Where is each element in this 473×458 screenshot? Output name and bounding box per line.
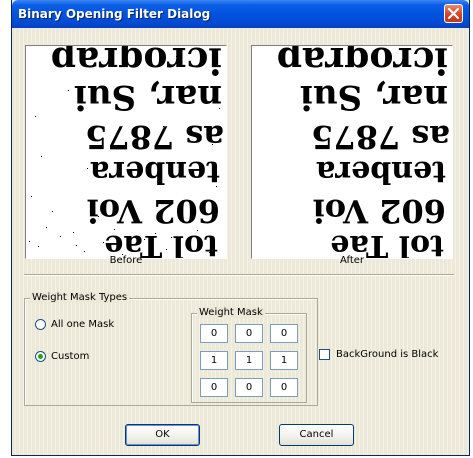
ok-button[interactable]: OK bbox=[125, 424, 200, 446]
after-text-line6: tol Tae bbox=[330, 228, 444, 258]
after-text-line2: nar, Sui bbox=[300, 77, 448, 117]
separator bbox=[24, 274, 454, 276]
custom-option[interactable]: Custom bbox=[35, 351, 89, 362]
after-image-panel: icrograp nar, Sui as 7875 tenbera 602 Vo… bbox=[251, 45, 453, 259]
custom-radio[interactable] bbox=[35, 351, 46, 362]
mask-cell-1-2[interactable]: 1 bbox=[270, 351, 298, 370]
weight-mask-types-label: Weight Mask Types bbox=[30, 292, 130, 303]
background-black-checkbox[interactable] bbox=[319, 349, 330, 360]
left-stripe bbox=[0, 0, 11, 458]
after-text-line1: icrograp bbox=[277, 46, 448, 81]
before-text-line3: as 7875 bbox=[85, 118, 224, 156]
after-text-line3: as 7875 bbox=[311, 118, 450, 156]
mask-cell-1-0[interactable]: 1 bbox=[200, 351, 228, 370]
mask-cell-0-2[interactable]: 0 bbox=[270, 324, 298, 343]
weight-mask-types-group: Weight Mask Types All one Mask Custom We… bbox=[24, 292, 318, 406]
before-caption: Before bbox=[109, 255, 143, 266]
after-text-line4: tenbera bbox=[316, 154, 446, 189]
mask-cell-0-0[interactable]: 0 bbox=[200, 324, 228, 343]
mask-cell-2-1[interactable]: 0 bbox=[235, 378, 263, 397]
before-image: icrograp nar, Sui as 7875 tenbera 602 Vo… bbox=[29, 46, 224, 258]
background-black-option[interactable]: BackGround is Black bbox=[319, 349, 438, 360]
before-text-line2: nar, Sui bbox=[74, 77, 222, 117]
close-button[interactable] bbox=[444, 4, 463, 23]
custom-label: Custom bbox=[51, 351, 90, 362]
after-image: icrograp nar, Sui as 7875 tenbera 602 Vo… bbox=[277, 46, 450, 258]
title-bar[interactable]: Binary Opening Filter Dialog bbox=[12, 0, 469, 28]
close-icon bbox=[448, 8, 459, 19]
all-one-mask-option[interactable]: All one Mask bbox=[35, 319, 114, 330]
mask-cell-1-1[interactable]: 1 bbox=[235, 351, 263, 370]
before-image-panel: icrograp nar, Sui as 7875 tenbera 602 Vo… bbox=[25, 45, 227, 259]
all-one-mask-label: All one Mask bbox=[51, 319, 115, 330]
weight-mask-group: Weight Mask 0 0 0 1 1 1 0 0 0 bbox=[191, 307, 307, 403]
after-caption: After bbox=[339, 255, 364, 266]
window-title: Binary Opening Filter Dialog bbox=[18, 7, 211, 21]
before-text-line5: 602 Voi bbox=[87, 192, 220, 230]
all-one-mask-radio[interactable] bbox=[35, 319, 46, 330]
background-black-label: BackGround is Black bbox=[336, 349, 439, 360]
dialog-content: icrograp nar, Sui as 7875 tenbera 602 Vo… bbox=[12, 28, 469, 455]
before-text-line6: tol Tae bbox=[104, 228, 218, 258]
before-text-line1: icrograp bbox=[51, 46, 222, 81]
cancel-button[interactable]: Cancel bbox=[279, 424, 354, 446]
weight-mask-label: Weight Mask bbox=[197, 307, 265, 318]
after-text-line5: 602 Voi bbox=[313, 192, 446, 230]
dialog-window: Binary Opening Filter Dialog icrograp na… bbox=[11, 0, 470, 456]
before-text-line4: tenbera bbox=[90, 154, 220, 189]
mask-cell-2-0[interactable]: 0 bbox=[200, 378, 228, 397]
mask-cell-2-2[interactable]: 0 bbox=[270, 378, 298, 397]
mask-cell-0-1[interactable]: 0 bbox=[235, 324, 263, 343]
